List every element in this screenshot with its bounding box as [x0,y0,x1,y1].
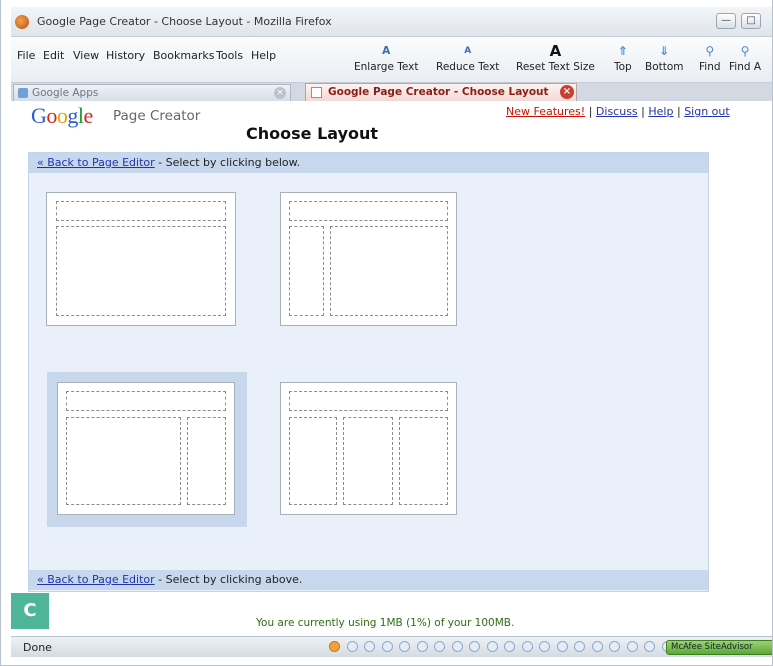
menu-file[interactable]: File [17,49,35,62]
close-tab-icon[interactable]: × [560,85,574,99]
addon-icon[interactable] [329,641,340,652]
menu-toolbar: File Edit View History Bookmarks Tools H… [11,37,772,83]
addon-icon[interactable] [416,641,428,652]
addon-icon[interactable] [434,641,445,652]
top-instruction-bar: « Back to Page Editor - Select by clicki… [29,153,708,173]
tab-choose-layout[interactable]: Google Page Creator - Choose Layout × [305,83,577,101]
find-icon: ⚲ [705,44,715,58]
tab-google-apps[interactable]: Google Apps × [13,84,291,101]
browser-window: Google Page Creator - Choose Layout - Mo… [0,0,773,666]
layout-left-column-box [289,417,337,505]
addon-icon[interactable] [364,641,375,652]
layout-option-sidebar-left[interactable] [280,192,457,326]
layout-header-box [66,391,226,411]
arrow-down-icon: ⇓ [659,44,670,58]
help-link[interactable]: Help [648,105,673,118]
back-to-page-editor-link[interactable]: « Back to Page Editor [37,156,155,169]
layout-panel: « Back to Page Editor - Select by clicki… [28,152,709,592]
addon-icon[interactable] [399,641,410,652]
link-separator: | [641,105,645,118]
mcafee-siteadvisor-badge[interactable]: McAfee SiteAdvisor [666,640,772,655]
reset-text-icon: A [549,42,562,60]
addon-icon[interactable] [626,641,638,652]
product-name: Page Creator [113,108,201,124]
addon-icon[interactable] [346,641,358,652]
arrow-up-icon: ⇑ [617,44,628,58]
firefox-icon [15,15,29,29]
layout-option-one-column[interactable] [46,192,236,326]
addon-icon[interactable] [521,641,533,652]
layout-option-three-column[interactable] [280,382,457,515]
status-addon-icons [329,641,676,654]
window-title: Google Page Creator - Choose Layout - Mo… [37,15,332,28]
page-title: Choose Layout [246,124,379,143]
reduce-text-icon: A [464,46,472,56]
layout-main-box [330,226,448,316]
page-favicon [311,87,322,98]
menu-help[interactable]: Help [251,49,276,62]
sign-out-link[interactable]: Sign out [684,105,730,118]
layout-header-box [289,391,448,411]
menu-view[interactable]: View [73,49,99,62]
status-text: Done [23,641,52,654]
header-links: New Features! | Discuss | Help | Sign ou… [506,105,730,118]
discuss-link[interactable]: Discuss [596,105,638,118]
bottom-instruction-bar: « Back to Page Editor - Select by clicki… [29,570,708,590]
enlarge-text-button[interactable]: A Enlarge Text [354,43,418,73]
maximize-button[interactable]: □ [741,13,761,29]
addon-icon[interactable] [539,641,550,652]
top-button[interactable]: ⇑ Top [614,43,632,73]
google-apps-favicon [18,88,28,98]
storage-usage-text: You are currently using 1MB (1%) of your… [256,617,515,629]
addon-icon[interactable] [574,641,585,652]
layout-sidebar-box [289,226,324,316]
menu-tools[interactable]: Tools [216,49,243,62]
tab-bar: Google Apps × Google Page Creator - Choo… [11,83,772,101]
layout-sidebar-box [187,417,226,505]
addon-icon[interactable] [381,641,393,652]
enlarge-text-icon: A [382,45,391,57]
link-separator: | [676,105,681,118]
addon-icon[interactable] [451,641,463,652]
close-icon[interactable]: × [274,87,286,99]
menu-bookmarks[interactable]: Bookmarks [153,49,214,62]
link-separator: | [588,105,593,118]
menu-history[interactable]: History [106,49,145,62]
addon-icon[interactable] [486,641,498,652]
layout-right-column-box [399,417,448,505]
minimize-button[interactable]: — [716,13,736,29]
select-hint: - Select by clicking above. [154,573,303,586]
addon-icon[interactable] [644,641,655,652]
figure-label-badge: C [11,593,49,629]
select-hint: - Select by clicking below. [154,156,301,169]
reduce-text-button[interactable]: A Reduce Text [436,43,499,73]
title-bar: Google Page Creator - Choose Layout - Mo… [11,7,772,37]
back-to-page-editor-link[interactable]: « Back to Page Editor [37,573,155,586]
addon-icon[interactable] [504,641,515,652]
layout-main-box [56,226,226,316]
new-features-link[interactable]: New Features! [506,105,585,118]
addon-icon[interactable] [591,641,603,652]
addon-icon[interactable] [609,641,620,652]
layout-middle-column-box [343,417,393,505]
layout-header-box [56,201,226,221]
find-button[interactable]: ⚲ Find [699,43,721,73]
menu-edit[interactable]: Edit [43,49,64,62]
bottom-button[interactable]: ⇓ Bottom [645,43,684,73]
find-again-button[interactable]: ⚲ Find A [729,43,761,73]
addon-icon[interactable] [556,641,568,652]
reset-text-size-button[interactable]: A Reset Text Size [516,43,595,73]
google-logo[interactable]: Google [31,103,93,129]
status-bar: Done McAfee SiteAdvisor [11,636,772,657]
addon-icon[interactable] [469,641,480,652]
layout-main-box [66,417,181,505]
layout-header-box [289,201,448,221]
layout-option-sidebar-right[interactable] [57,382,235,515]
find-again-icon: ⚲ [740,44,750,58]
